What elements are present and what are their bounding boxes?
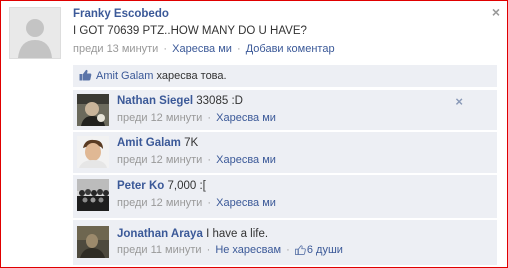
separator: · — [206, 244, 211, 256]
post-time[interactable]: преди 13 минути — [73, 43, 158, 55]
comment-item: Amit Galam 7K преди 12 минути · Харесва … — [73, 131, 497, 173]
commenter-name[interactable]: Jonathan Araya — [117, 228, 203, 240]
commenter-avatar[interactable] — [77, 94, 109, 126]
comment-item: Jonathan Araya I have a life. преди 11 м… — [73, 219, 497, 265]
comment-text: 33085 :D — [196, 95, 243, 107]
comment-likes-count[interactable]: 6 души — [307, 244, 343, 256]
comment-like-link[interactable]: Харесва ми — [216, 154, 276, 166]
commenter-name[interactable]: Nathan Siegel — [117, 95, 193, 107]
post-author[interactable]: Franky Escobedo — [73, 8, 169, 20]
likes-text: харесва това. — [153, 70, 227, 82]
comment-time[interactable]: преди 11 минути — [117, 244, 202, 256]
comment-like-link[interactable]: Харесва ми — [216, 112, 276, 124]
comment-body: Nathan Siegel 33085 :D — [117, 95, 243, 107]
separator: · — [207, 112, 212, 124]
author-avatar[interactable] — [9, 7, 61, 59]
separator: · — [207, 154, 212, 166]
comment-text: 7K — [184, 137, 199, 149]
separator: · — [163, 43, 168, 55]
separator: · — [286, 244, 290, 256]
add-comment-link[interactable]: Добави коментар — [246, 43, 335, 55]
like-link[interactable]: Харесва ми — [172, 43, 232, 55]
comment-text: 7,000 :[ — [167, 180, 206, 192]
comment-meta: преди 11 минути · Не харесвам · 6 души — [117, 244, 343, 258]
comment-body: Jonathan Araya I have a life. — [117, 228, 268, 240]
comment-text: I have a life. — [206, 228, 269, 240]
comment-unlike-link[interactable]: Не харесвам — [215, 244, 281, 256]
comment-time[interactable]: преди 12 минути — [117, 197, 202, 209]
post-meta: преди 13 минути · Харесва ми · Добави ко… — [73, 43, 335, 55]
comment-time[interactable]: преди 12 минути — [117, 112, 202, 124]
commenter-name[interactable]: Amit Galam — [117, 137, 181, 149]
delete-comment-icon[interactable]: × — [455, 94, 463, 109]
post-text: I GOT 70639 PTZ..HOW MANY DO U HAVE? — [73, 25, 307, 37]
separator: · — [207, 197, 212, 209]
liker-name[interactable]: Amit Galam — [96, 70, 153, 82]
comment-meta: преди 12 минути · Харесва ми — [117, 154, 276, 166]
feed-post: Franky Escobedo I GOT 70639 PTZ..HOW MAN… — [1, 1, 507, 267]
commenter-avatar[interactable] — [77, 226, 109, 258]
commenter-avatar[interactable] — [77, 136, 109, 168]
thumbs-up-icon — [294, 245, 306, 258]
close-icon[interactable]: × — [490, 5, 502, 19]
comment-time[interactable]: преди 12 минути — [117, 154, 202, 166]
comment-item: Nathan Siegel 33085 :D преди 12 минути ·… — [73, 89, 497, 130]
comment-body: Amit Galam 7K — [117, 137, 198, 149]
comment-like-link[interactable]: Харесва ми — [216, 197, 276, 209]
commenter-avatar[interactable] — [77, 179, 109, 211]
commenter-name[interactable]: Peter Ko — [117, 180, 164, 192]
likes-summary: Amit Galam харесва това. — [73, 65, 497, 87]
separator: · — [236, 43, 241, 55]
comment-item: Peter Ko 7,000 :[ преди 12 минути · Харе… — [73, 174, 497, 218]
comment-meta: преди 12 минути · Харесва ми — [117, 197, 276, 209]
thumbs-up-icon — [79, 69, 92, 84]
comment-body: Peter Ko 7,000 :[ — [117, 180, 206, 192]
comment-meta: преди 12 минути · Харесва ми — [117, 112, 276, 124]
